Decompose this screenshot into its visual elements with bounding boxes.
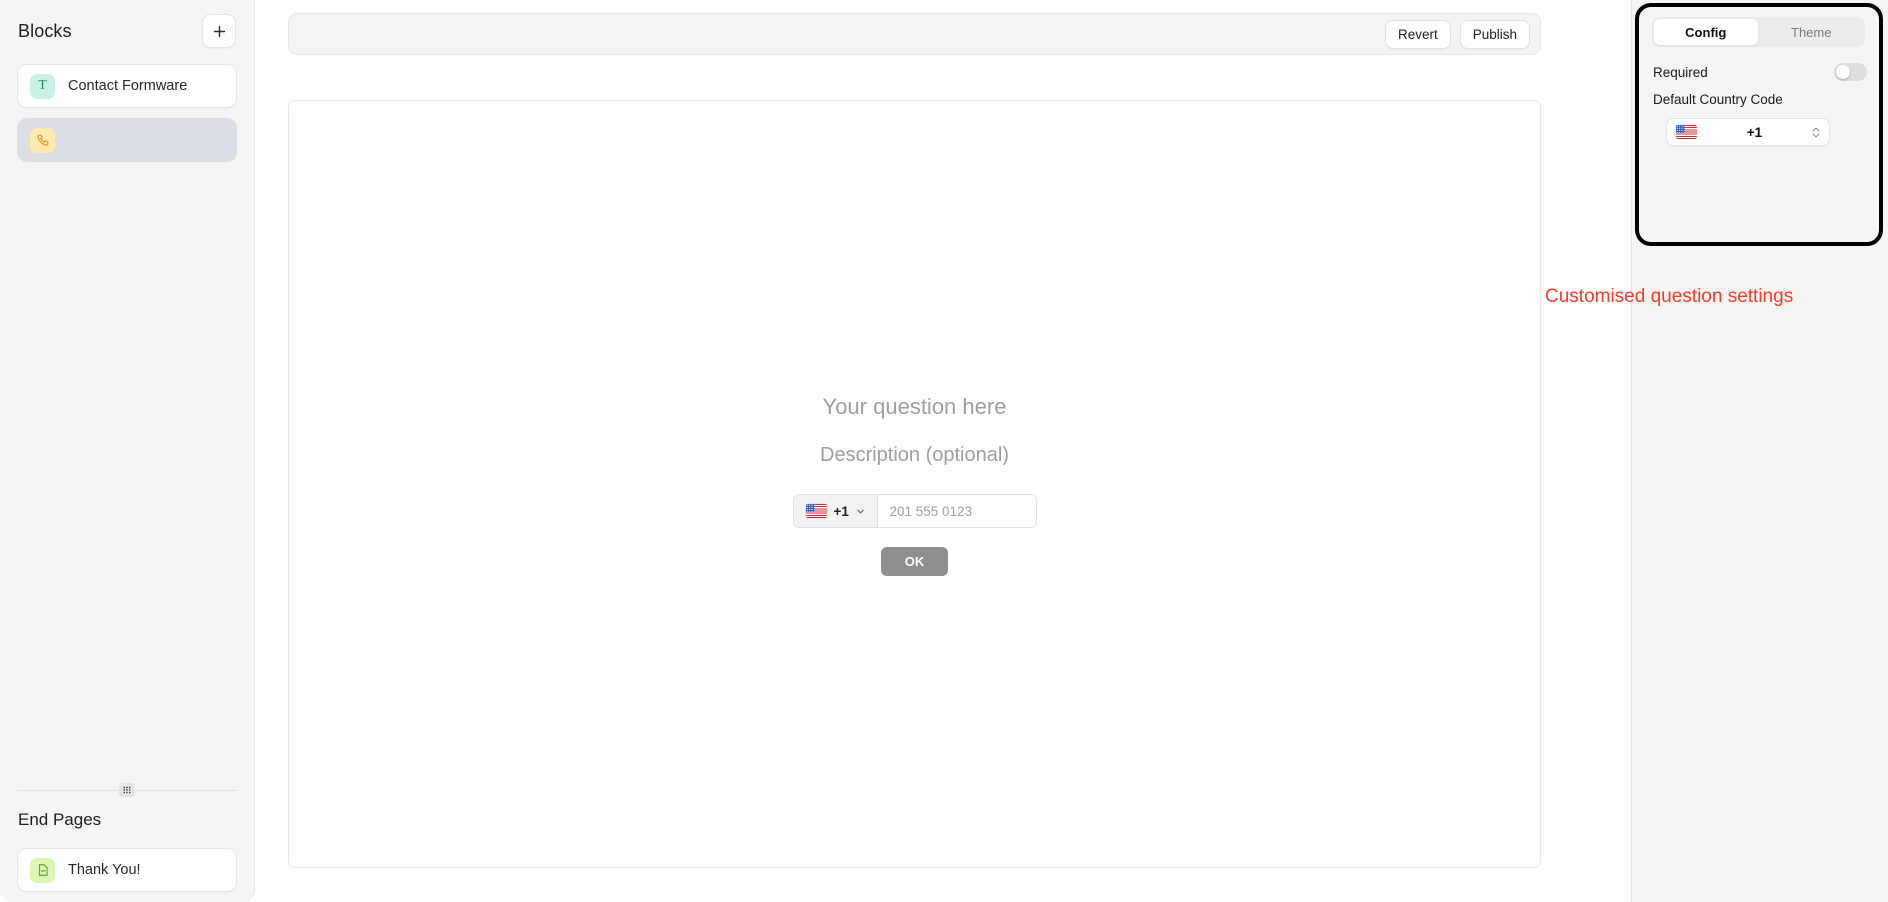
document-minus-icon <box>38 864 48 876</box>
sidebar-item-label: Thank You! <box>68 862 141 878</box>
chevron-up-icon <box>1812 127 1820 131</box>
revert-button[interactable]: Revert <box>1384 19 1451 49</box>
settings-tabs: Config Theme <box>1652 17 1865 47</box>
sidebar-resize-divider[interactable] <box>17 780 237 800</box>
phone-icon <box>37 134 49 146</box>
submit-button[interactable]: OK <box>881 547 948 576</box>
required-toggle[interactable] <box>1834 63 1867 81</box>
required-label: Required <box>1653 64 1708 80</box>
tab-theme[interactable]: Theme <box>1760 19 1864 45</box>
form-content: Your question here Description (optional… <box>289 394 1540 576</box>
phone-block-icon <box>30 127 55 153</box>
question-title: Your question here <box>822 394 1007 419</box>
chevron-down-icon <box>857 509 864 513</box>
question-settings-card: Config Theme Required Default Country Co… <box>1635 3 1883 246</box>
editor-toolbar: Revert Publish <box>288 13 1541 55</box>
end-pages-title: End Pages <box>18 810 102 829</box>
grip-dots-icon <box>123 786 131 794</box>
add-block-button[interactable] <box>202 14 236 48</box>
form-builder-app: Blocks T Contact Formware End Pages Than… <box>0 0 1888 902</box>
annotation-label: Customised question settings <box>1545 286 1794 307</box>
text-block-icon: T <box>30 73 55 99</box>
phone-number-input[interactable] <box>877 495 1036 527</box>
question-description: Description (optional) <box>820 444 1009 466</box>
text-block-glyph: T <box>38 78 47 93</box>
sidebar-item-label: Contact Formware <box>68 78 188 94</box>
phone-input-group: +1 <box>792 494 1037 528</box>
default-country-code-select[interactable]: +1 <box>1666 118 1830 146</box>
default-country-code-value: +1 <box>1746 124 1763 140</box>
editor-center: Revert Publish Your question here Descri… <box>256 0 1630 902</box>
toggle-knob <box>1836 65 1850 79</box>
blocks-list: T Contact Formware <box>0 58 254 172</box>
end-pages-list: Thank You! <box>0 842 254 902</box>
sidebar-item-thank-you[interactable]: Thank You! <box>17 848 237 892</box>
chevron-down-icon <box>1812 133 1820 137</box>
settings-panel: Config Theme Required Default Country Co… <box>1631 0 1888 902</box>
default-country-code-label: Default Country Code <box>1653 92 1783 107</box>
resize-handle-icon[interactable] <box>119 783 135 797</box>
page-title: Blocks <box>18 20 72 41</box>
publish-button[interactable]: Publish <box>1459 19 1530 49</box>
stepper-icon[interactable] <box>1812 127 1820 138</box>
end-page-icon <box>30 857 55 883</box>
country-code-select[interactable]: +1 <box>793 495 878 527</box>
tab-config[interactable]: Config <box>1654 19 1758 45</box>
blocks-sidebar: Blocks T Contact Formware End Pages Than… <box>0 0 255 902</box>
us-flag-icon <box>805 504 827 518</box>
sidebar-item-contact-formware[interactable]: T Contact Formware <box>17 64 237 108</box>
country-code-value: +1 <box>833 503 849 519</box>
us-flag-icon <box>1676 125 1697 139</box>
required-setting-row: Required <box>1653 63 1867 81</box>
form-preview-canvas: Your question here Description (optional… <box>288 100 1541 868</box>
plus-icon <box>213 25 225 37</box>
sidebar-header: Blocks <box>0 0 254 58</box>
sidebar-item-phone-block[interactable] <box>17 118 237 162</box>
